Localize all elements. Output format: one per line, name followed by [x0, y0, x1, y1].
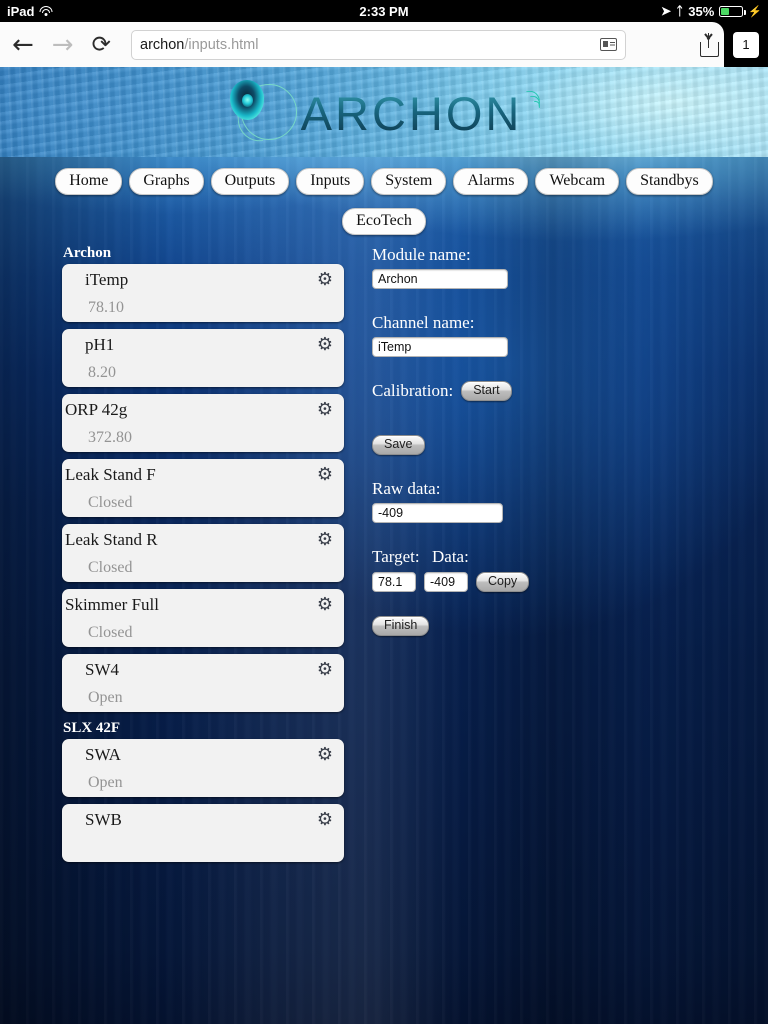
- nav-item-graphs[interactable]: Graphs: [129, 168, 204, 195]
- save-button[interactable]: Save: [372, 435, 425, 455]
- channel-card[interactable]: SWB ⚙: [62, 804, 344, 862]
- battery-percent-label: 35%: [688, 3, 715, 19]
- module-group-title: SLX 42F: [63, 720, 121, 736]
- reader-view-icon[interactable]: [600, 38, 617, 51]
- target-input[interactable]: [372, 572, 416, 592]
- channel-card-title: Leak Stand R: [65, 530, 158, 549]
- channel-card[interactable]: Leak Stand R Closed ⚙: [62, 524, 344, 582]
- nav-item-ecotech[interactable]: EcoTech: [342, 208, 426, 235]
- ios-status-bar: iPad 2:33 PM ➤ ᛏ 35% ⚡: [0, 0, 768, 22]
- calibration-label: Calibration:: [372, 381, 454, 400]
- nav-item-system[interactable]: System: [371, 168, 447, 195]
- logo-wordmark: ARCHON: [300, 86, 523, 140]
- navigation-buttons: ← → ⟳: [0, 22, 111, 67]
- data-input[interactable]: [424, 572, 468, 592]
- gear-icon[interactable]: ⚙: [316, 596, 334, 614]
- status-bar-left: iPad: [0, 4, 53, 19]
- browser-toolbar: ← → ⟳ archon/inputs.html ☆ 1: [0, 22, 768, 67]
- status-bar-clock: 2:33 PM: [359, 3, 409, 19]
- nav-item-webcam[interactable]: Webcam: [535, 168, 620, 195]
- channel-card-title: SW4: [85, 660, 119, 679]
- wifi-icon: [39, 5, 53, 17]
- gear-icon[interactable]: ⚙: [316, 401, 334, 419]
- url-domain: archon: [140, 36, 185, 53]
- nav-item-home[interactable]: Home: [55, 168, 123, 195]
- start-calibration-button[interactable]: Start: [461, 381, 512, 401]
- data-label: Data:: [432, 547, 469, 566]
- channel-card[interactable]: pH1 8.20 ⚙: [62, 329, 344, 387]
- forward-arrow-icon: →: [51, 29, 74, 60]
- channel-card-title: iTemp: [85, 270, 129, 289]
- gear-icon[interactable]: ⚙: [316, 811, 334, 829]
- channel-card-value: 8.20: [88, 364, 116, 381]
- archon-droplet-icon: [225, 78, 303, 146]
- url-text: archon/inputs.html: [140, 37, 259, 53]
- channel-card-value: 78.10: [88, 299, 124, 316]
- carrier-label: iPad: [7, 3, 35, 19]
- secondary-nav: EcoTech: [0, 208, 768, 235]
- raw-data-label: Raw data:: [372, 479, 441, 498]
- nav-item-outputs[interactable]: Outputs: [210, 168, 290, 195]
- gear-icon[interactable]: ⚙: [316, 661, 334, 679]
- channel-card-title: SWB: [85, 810, 122, 829]
- tab-count-button[interactable]: 1: [733, 31, 759, 58]
- gear-icon[interactable]: ⚙: [316, 746, 334, 764]
- channel-card[interactable]: iTemp 78.10 ⚙: [62, 264, 344, 322]
- channel-card[interactable]: SW4 Open ⚙: [62, 654, 344, 712]
- status-bar-right: ➤ ᛏ 35% ⚡: [661, 4, 768, 19]
- channel-card-value: Closed: [88, 559, 133, 576]
- channel-card[interactable]: Skimmer Full Closed ⚙: [62, 589, 344, 647]
- share-icon[interactable]: [699, 32, 719, 57]
- channel-name-label: Channel name:: [372, 313, 475, 332]
- module-name-input[interactable]: [372, 269, 508, 289]
- channel-card-value: Closed: [88, 494, 133, 511]
- channel-card[interactable]: ORP 42g 372.80 ⚙: [62, 394, 344, 452]
- calibration-row: Calibration: Start: [372, 381, 702, 401]
- address-bar[interactable]: archon/inputs.html: [131, 29, 626, 60]
- channel-card-value: Open: [88, 774, 123, 791]
- finish-button[interactable]: Finish: [372, 616, 430, 636]
- channel-card-title: pH1: [85, 335, 115, 354]
- primary-nav: Home Graphs Outputs Inputs System Alarms Webca…: [0, 168, 768, 195]
- lightning-bolt-icon: ⚡: [748, 5, 762, 18]
- raw-data-input[interactable]: [372, 503, 503, 523]
- url-path: /inputs.html: [184, 36, 259, 53]
- nav-item-standbys[interactable]: Standbys: [626, 168, 713, 195]
- module-name-label: Module name:: [372, 245, 471, 264]
- back-arrow-icon[interactable]: ←: [12, 32, 34, 58]
- channel-card[interactable]: SWA Open ⚙: [62, 739, 344, 797]
- nav-item-inputs[interactable]: Inputs: [296, 168, 365, 195]
- nav-item-alarms[interactable]: Alarms: [453, 168, 529, 195]
- channel-card-value: Closed: [88, 624, 133, 641]
- channel-name-input[interactable]: [372, 337, 508, 357]
- web-page-viewport: ARCHON Home Graphs Outputs Inputs System Alar…: [0, 67, 768, 1024]
- channel-card-title: SWA: [85, 745, 121, 764]
- target-data-inputs: Copy: [372, 572, 702, 592]
- gear-icon[interactable]: ⚙: [316, 466, 334, 484]
- bluetooth-icon: ᛏ: [676, 4, 684, 18]
- module-group-title: Archon: [63, 245, 112, 261]
- channel-card-title: Leak Stand F: [65, 465, 156, 484]
- channel-card-value: 372.80: [88, 429, 132, 446]
- site-logo[interactable]: ARCHON: [0, 67, 768, 157]
- target-label: Target:: [372, 547, 420, 566]
- channel-card[interactable]: Leak Stand F Closed ⚙: [62, 459, 344, 517]
- wifi-signal-icon: [517, 88, 543, 122]
- gear-icon[interactable]: ⚙: [316, 336, 334, 354]
- gear-icon[interactable]: ⚙: [316, 531, 334, 549]
- channel-list-panel: Archon iTemp 78.10 ⚙ pH1 8.20 ⚙ ORP 42g 372.80 ⚙ L…: [62, 245, 344, 869]
- gear-icon[interactable]: ⚙: [316, 271, 334, 289]
- channel-settings-form: Module name: Channel name: Calibration: …: [372, 245, 702, 636]
- channel-card-title: ORP 42g: [65, 400, 128, 419]
- target-data-labels: Target: Data:: [372, 547, 702, 567]
- location-arrow-icon: ➤: [661, 4, 672, 18]
- battery-icon: [719, 5, 746, 17]
- channel-card-value: Open: [88, 689, 123, 706]
- copy-button[interactable]: Copy: [476, 572, 530, 592]
- reload-icon[interactable]: ⟳: [92, 32, 111, 58]
- channel-card-title: Skimmer Full: [65, 595, 159, 614]
